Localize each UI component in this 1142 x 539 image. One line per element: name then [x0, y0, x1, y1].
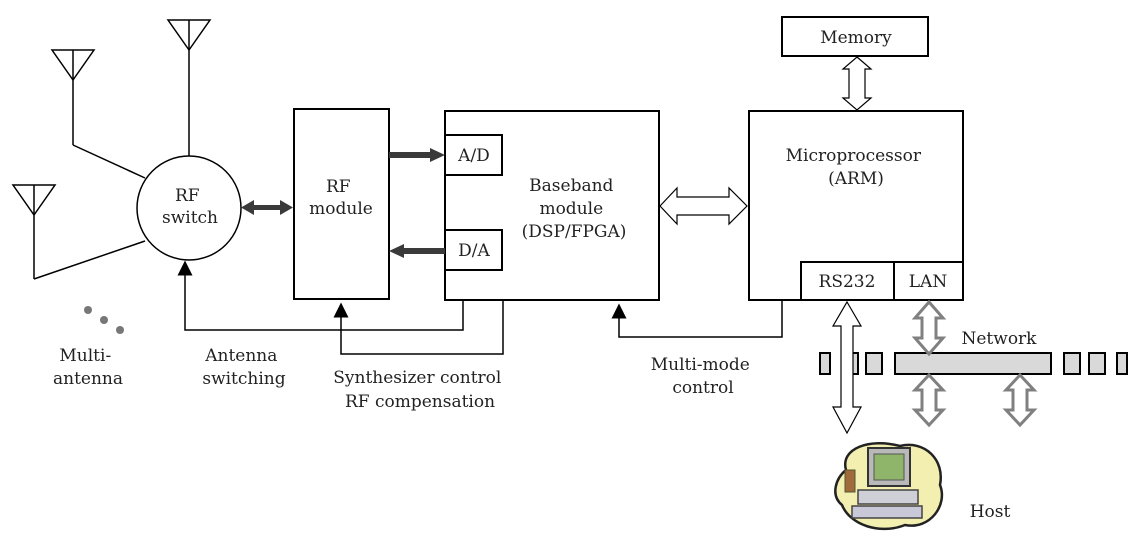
multi-antenna-label: Multi- antenna — [53, 346, 123, 389]
ad-label: A/D — [457, 146, 490, 166]
network-tap-arrow — [911, 372, 947, 428]
arrow-from-da — [389, 244, 445, 258]
memory-label: Memory — [820, 28, 892, 48]
rs232-label: RS232 — [819, 272, 876, 292]
antenna-wires — [33, 144, 146, 280]
memory-bus-arrow — [841, 56, 873, 111]
lan-network-arrow — [911, 299, 947, 357]
antenna-icon — [50, 49, 96, 145]
host-label: Host — [970, 502, 1011, 522]
bidirectional-hollow-arrow — [659, 186, 748, 226]
multi-mode-line — [611, 300, 783, 338]
block-diagram: RF switch RF module A/D D/A Baseband mod… — [11, 16, 1128, 531]
antenna-icon — [166, 19, 212, 157]
arrow-to-ad — [389, 148, 445, 162]
synth-control-label: Synthesizer control RF compensation — [333, 368, 507, 412]
host-computer-icon — [834, 442, 943, 531]
multi-mode-label: Multi-mode control — [651, 355, 756, 398]
ellipsis-dots — [84, 306, 124, 334]
network-tap-arrow — [1002, 372, 1038, 428]
da-label: D/A — [458, 241, 490, 261]
synth-control-line — [333, 300, 504, 355]
lan-label: LAN — [909, 272, 948, 292]
antenna-icon — [11, 184, 57, 279]
antenna-switching-label: Antenna switching — [202, 346, 285, 389]
bidirectional-arrow — [241, 200, 293, 215]
network-label: Network — [962, 329, 1038, 349]
network-bus — [819, 352, 1128, 375]
